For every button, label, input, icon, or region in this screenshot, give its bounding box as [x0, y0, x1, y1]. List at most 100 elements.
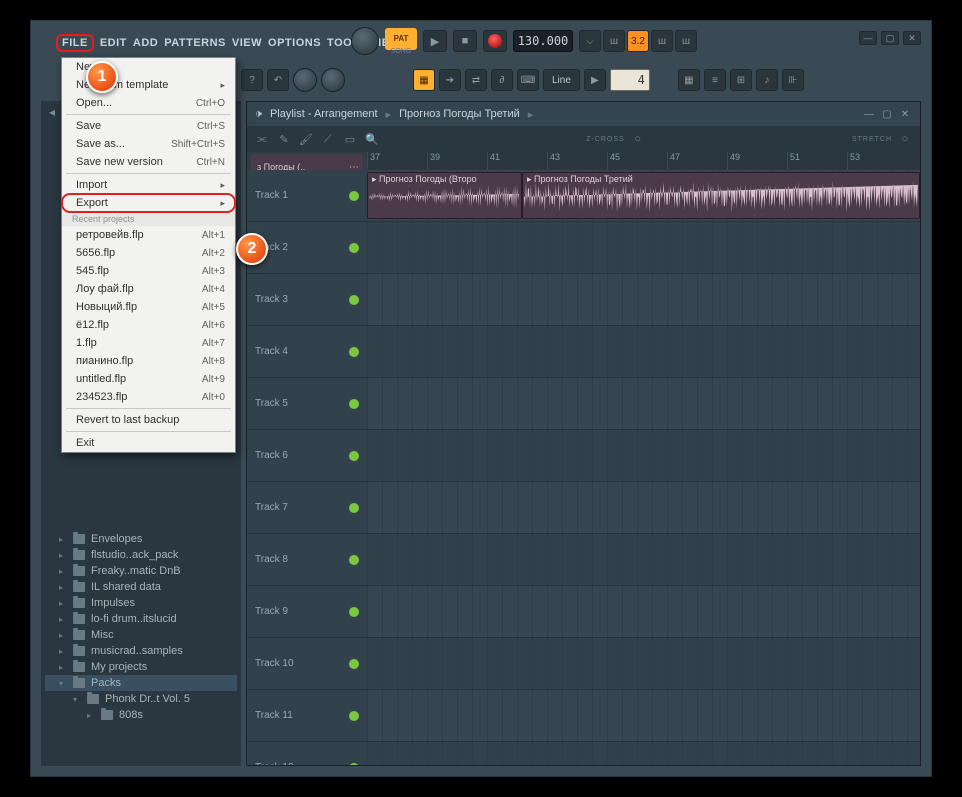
playlist-track[interactable]: Track 4	[247, 326, 920, 378]
playlist-track[interactable]: Track 10	[247, 638, 920, 690]
maximize-button[interactable]: ▢	[881, 31, 899, 45]
track-mute-button[interactable]	[349, 711, 359, 721]
track-header[interactable]: Track 9	[247, 586, 367, 637]
menu-recent-project[interactable]: пианино.flpAlt+8	[62, 352, 235, 370]
browser-folder[interactable]: ▸Impulses	[45, 595, 237, 611]
menu-recent-project[interactable]: ё12.flpAlt+6	[62, 316, 235, 334]
track-mute-button[interactable]	[349, 399, 359, 409]
track-mute-button[interactable]	[349, 451, 359, 461]
menu-view[interactable]: VIEW	[232, 37, 262, 49]
draw-tool-icon[interactable]: ✎	[275, 130, 293, 148]
menu-patterns[interactable]: PATTERNS	[164, 37, 226, 49]
timeline-ruler[interactable]: 373941434547495153	[367, 152, 920, 170]
track-header[interactable]: Track 5	[247, 378, 367, 429]
playlist-track[interactable]: Track 12	[247, 742, 920, 765]
play-button[interactable]: ▶	[423, 30, 447, 52]
track-mute-button[interactable]	[349, 659, 359, 669]
main-volume-knob[interactable]	[351, 27, 379, 55]
browser-folder[interactable]: ▸Freaky..matic DnB	[45, 563, 237, 579]
browser-folder[interactable]: ▸lo-fi drum..itslucid	[45, 611, 237, 627]
typing-kb-button[interactable]: ⌨	[517, 69, 539, 91]
browser-folder[interactable]: ▸musicrad..samples	[45, 643, 237, 659]
magnet-icon[interactable]: ⫘	[253, 130, 271, 148]
menu-import[interactable]: Import▸	[62, 176, 235, 194]
track-lane[interactable]	[367, 534, 920, 585]
playlist-track[interactable]: Track 9	[247, 586, 920, 638]
view-browser-button[interactable]: ⊪	[782, 69, 804, 91]
menu-save-as[interactable]: Save as...Shift+Ctrl+S	[62, 135, 235, 153]
track-mute-button[interactable]	[349, 555, 359, 565]
track-mute-button[interactable]	[349, 243, 359, 253]
close-button[interactable]: ✕	[903, 31, 921, 45]
zcross-label[interactable]: Z-CROSS	[586, 136, 625, 143]
view-playlist-button[interactable]: ▦	[678, 69, 700, 91]
menu-file[interactable]: FILE	[56, 34, 94, 52]
playlist-track[interactable]: Track 2	[247, 222, 920, 274]
audio-clip[interactable]: ▸ Прогноз Погоды (Второ	[367, 172, 522, 219]
track-mute-button[interactable]	[349, 763, 359, 766]
browser-folder[interactable]: ▾Phonk Dr..t Vol. 5	[45, 691, 237, 707]
browser-folder[interactable]: ▸Envelopes	[45, 531, 237, 547]
link-button[interactable]: ⇄	[465, 69, 487, 91]
step-seq-button[interactable]: ▦	[413, 69, 435, 91]
track-lane[interactable]	[367, 378, 920, 429]
menu-edit[interactable]: EDIT	[100, 37, 127, 49]
arrangement-name[interactable]: Прогноз Погоды Третий	[399, 108, 520, 120]
track-lane[interactable]: ▸ Прогноз Погоды (Второ▸ Прогноз Погоды …	[367, 170, 920, 221]
playlist-track[interactable]: Track 3	[247, 274, 920, 326]
hint-button[interactable]: ?	[241, 69, 263, 91]
track-lane[interactable]	[367, 690, 920, 741]
stretch-label[interactable]: STRETCH	[852, 136, 892, 143]
audio-clip[interactable]: ▸ Прогноз Погоды Третий	[522, 172, 920, 219]
track-lane[interactable]	[367, 222, 920, 273]
pattern-number[interactable]: 4	[610, 69, 650, 91]
track-mute-button[interactable]	[349, 607, 359, 617]
browser-folder[interactable]: ▸Misc	[45, 627, 237, 643]
view-piano-button[interactable]: ≡	[704, 69, 726, 91]
track-header[interactable]: Track 3	[247, 274, 367, 325]
track-header[interactable]: Track 11	[247, 690, 367, 741]
tempo-display[interactable]: 130.000	[513, 30, 573, 52]
record-button[interactable]	[483, 30, 507, 52]
pattern-mode-button[interactable]: PAT	[385, 28, 417, 50]
track-lane[interactable]	[367, 482, 920, 533]
track-mute-button[interactable]	[349, 191, 359, 201]
tool-metronome[interactable]: ⌵	[579, 30, 601, 52]
zoom-tool-icon[interactable]: 🔍	[363, 130, 381, 148]
track-lane[interactable]	[367, 274, 920, 325]
tool-loop[interactable]: ш	[675, 30, 697, 52]
track-lane[interactable]	[367, 326, 920, 377]
playlist-track[interactable]: Track 1▸ Прогноз Погоды (Второ▸ Прогноз …	[247, 170, 920, 222]
paint-tool-icon[interactable]: 🖌	[297, 130, 315, 148]
snap-mode-select[interactable]: Line	[543, 69, 580, 91]
playlist-track[interactable]: Track 11	[247, 690, 920, 742]
pitch-knob[interactable]	[293, 68, 317, 92]
view-channel-button[interactable]: ⊞	[730, 69, 752, 91]
menu-recent-project[interactable]: 5656.flpAlt+2	[62, 244, 235, 262]
tool-countdown[interactable]: 3.2	[627, 30, 649, 52]
undo-button[interactable]: ↶	[267, 69, 289, 91]
track-lane[interactable]	[367, 638, 920, 689]
track-header[interactable]: Track 12	[247, 742, 367, 765]
menu-recent-project[interactable]: 234523.flpAlt+0	[62, 388, 235, 406]
browser-folder[interactable]: ▸IL shared data	[45, 579, 237, 595]
menu-save[interactable]: SaveCtrl+S	[62, 117, 235, 135]
tool-blend[interactable]: ш	[651, 30, 673, 52]
menu-recent-project[interactable]: ретровейв.flpAlt+1	[62, 226, 235, 244]
track-lane[interactable]	[367, 430, 920, 481]
slice-tool-icon[interactable]: ⟋	[319, 130, 337, 148]
track-header[interactable]: Track 10	[247, 638, 367, 689]
menu-save-new-version[interactable]: Save new versionCtrl+N	[62, 153, 235, 171]
browser-folder[interactable]: ▾Packs	[45, 675, 237, 691]
menu-recent-project[interactable]: 1.flpAlt+7	[62, 334, 235, 352]
track-mute-button[interactable]	[349, 295, 359, 305]
menu-exit[interactable]: Exit	[62, 434, 235, 452]
track-lane[interactable]	[367, 742, 920, 765]
master-knob[interactable]	[321, 68, 345, 92]
zcross-toggle[interactable]: ○	[629, 130, 647, 148]
stop-button[interactable]: ■	[453, 30, 477, 52]
track-header[interactable]: Track 4	[247, 326, 367, 377]
menu-open[interactable]: Open...Ctrl+O	[62, 94, 235, 112]
minimize-button[interactable]: —	[859, 31, 877, 45]
menu-revert[interactable]: Revert to last backup	[62, 411, 235, 429]
